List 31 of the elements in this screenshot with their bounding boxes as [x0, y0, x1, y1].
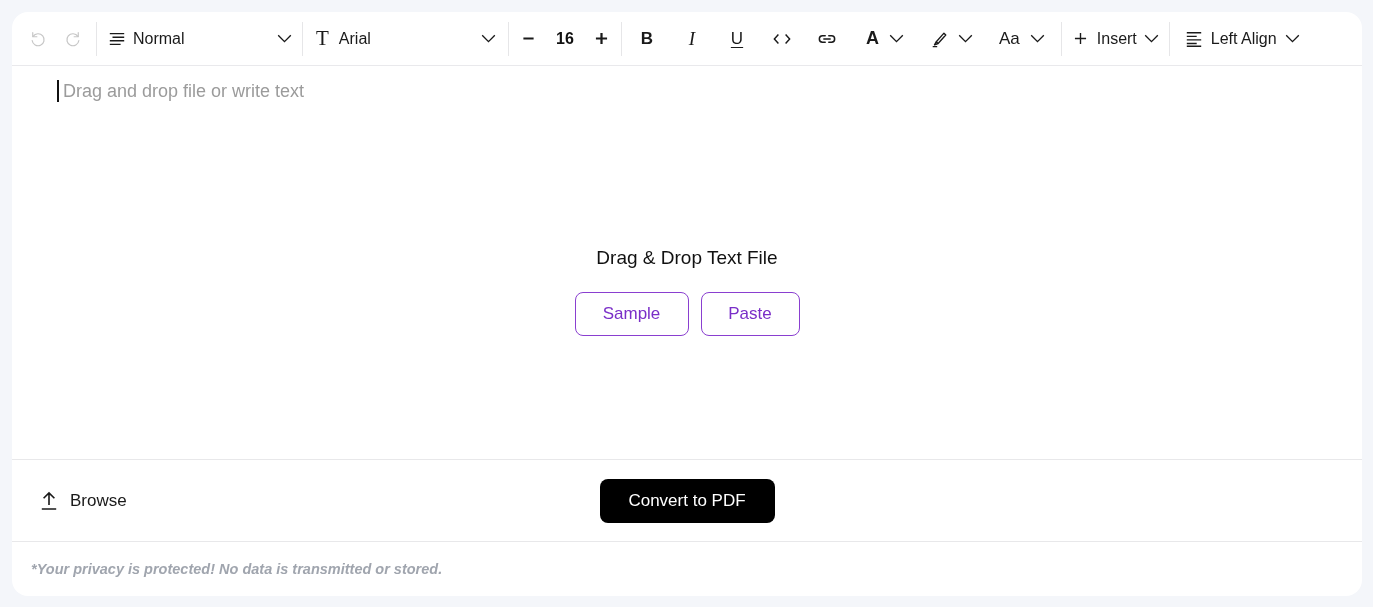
sample-button[interactable]: Sample [574, 292, 689, 336]
redo-icon [64, 29, 82, 48]
font-icon: T [316, 28, 329, 49]
browse-button[interactable]: Browse [40, 490, 127, 511]
text-color-button[interactable]: A [866, 23, 904, 54]
paragraph-style-dropdown[interactable]: Normal [108, 22, 292, 55]
bold-button[interactable]: B [630, 23, 664, 54]
italic-button[interactable]: I [675, 23, 709, 54]
insert-dropdown[interactable]: Insert [1073, 22, 1159, 55]
text-case-button[interactable]: Aa [999, 23, 1045, 54]
font-size-value: 16 [555, 29, 575, 48]
plus-icon [1073, 32, 1087, 45]
plus-icon [594, 32, 608, 45]
font-family-dropdown[interactable]: T Arial [316, 22, 496, 55]
chevron-down-icon [1143, 34, 1159, 43]
chevron-down-icon [1029, 34, 1045, 43]
undo-icon [29, 29, 47, 48]
align-dropdown[interactable]: Left Align [1184, 22, 1300, 55]
text-cursor-icon [57, 80, 59, 102]
paste-button[interactable]: Paste [700, 292, 800, 336]
chevron-down-icon [277, 34, 292, 43]
dropzone-title: Drag & Drop Text File [596, 246, 778, 270]
chevron-down-icon [958, 34, 973, 43]
privacy-note: *Your privacy is protected! No data is transmitted or stored. [31, 561, 443, 577]
chevron-down-icon [889, 34, 904, 43]
upload-icon [40, 490, 58, 511]
chevron-down-icon [1284, 34, 1300, 43]
chevron-down-icon [481, 34, 496, 43]
underline-button[interactable]: U [720, 23, 754, 54]
align-left-icon [1184, 29, 1203, 48]
convert-button[interactable]: Convert to PDF [599, 478, 775, 523]
